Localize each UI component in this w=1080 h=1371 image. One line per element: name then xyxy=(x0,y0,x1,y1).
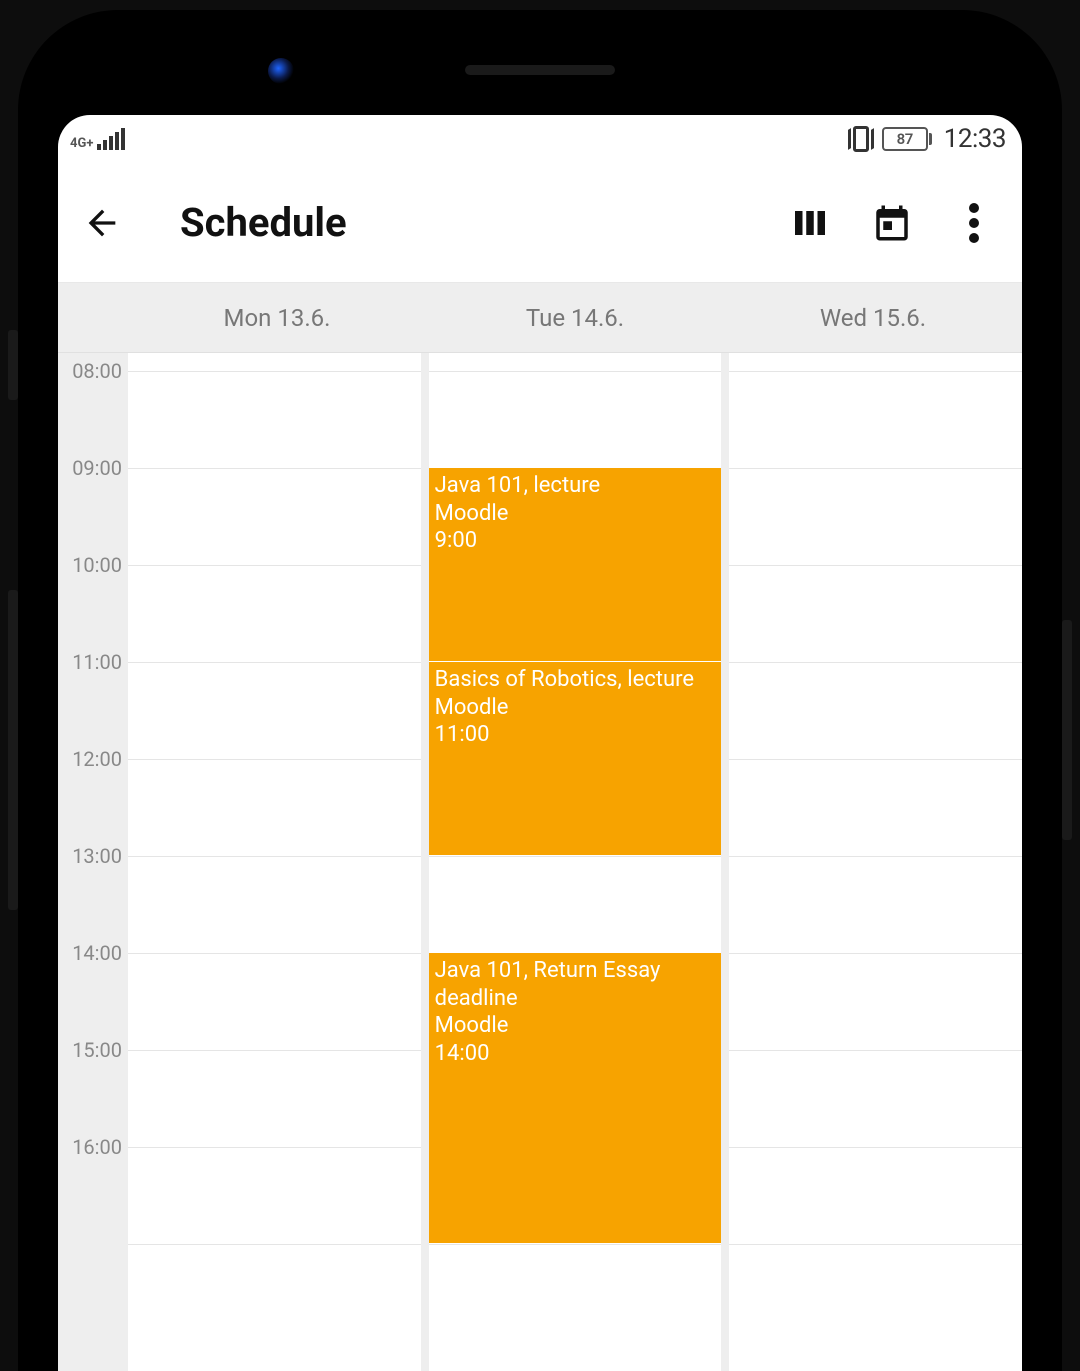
hour-gridline xyxy=(429,371,722,372)
hour-gridline xyxy=(429,1244,722,1245)
hour-gridline xyxy=(729,856,1022,857)
speaker-grille xyxy=(465,65,615,75)
hour-gridline xyxy=(729,565,1022,566)
hour-gridline xyxy=(128,565,421,566)
event-location: Moodle xyxy=(435,1012,716,1040)
day-columns: Java 101, lectureMoodle9:00Basics of Rob… xyxy=(128,353,1022,1371)
hour-gridline xyxy=(128,953,421,954)
battery-icon: 87 xyxy=(882,127,932,151)
time-gutter: 08:00 09:00 10:00 11:00 12:00 13:00 14:00 15:00… xyxy=(58,353,128,1371)
calendar-body[interactable]: 08:00 09:00 10:00 11:00 12:00 13:00 14:00 15:00… xyxy=(58,353,1022,1371)
view-columns-button[interactable] xyxy=(782,195,838,251)
day-header[interactable]: Mon 13.6. xyxy=(128,304,426,332)
hour-label: 15:00 xyxy=(72,1038,122,1062)
hour-gridline xyxy=(128,1050,421,1051)
hour-gridline xyxy=(128,468,421,469)
day-header[interactable]: Tue 14.6. xyxy=(426,304,724,332)
status-bar: 4G+ 87 12:33 xyxy=(58,115,1022,163)
day-column[interactable] xyxy=(729,353,1022,1371)
hour-gridline xyxy=(729,953,1022,954)
hour-label: 11:00 xyxy=(72,650,122,674)
hour-label: 08:00 xyxy=(72,359,122,383)
status-right: 87 12:33 xyxy=(848,124,1006,154)
calendar-event[interactable]: Java 101, lectureMoodle9:00 xyxy=(429,468,722,662)
day-header-columns: Mon 13.6. Tue 14.6. Wed 15.6. xyxy=(128,304,1022,332)
signal-icon xyxy=(97,128,125,150)
event-title: Java 101, Return Essay deadline xyxy=(435,957,716,1012)
device-background: 4G+ 87 12:33 xyxy=(0,0,1080,1371)
network-label: 4G+ xyxy=(70,137,93,150)
columns-icon xyxy=(790,205,830,241)
status-left: 4G+ xyxy=(70,128,125,150)
clock: 12:33 xyxy=(944,124,1006,154)
day-column[interactable]: Java 101, lectureMoodle9:00Basics of Rob… xyxy=(429,353,722,1371)
event-location: Moodle xyxy=(435,500,716,528)
calendar-today-icon xyxy=(871,202,913,244)
hour-gridline xyxy=(128,1147,421,1148)
hour-gridline xyxy=(729,371,1022,372)
hour-gridline xyxy=(729,1147,1022,1148)
day-column[interactable] xyxy=(128,353,421,1371)
hour-label: 09:00 xyxy=(72,456,122,480)
battery-percent: 87 xyxy=(882,127,928,151)
hour-gridline xyxy=(729,759,1022,760)
overflow-menu-button[interactable] xyxy=(946,195,1002,251)
day-header-row: Mon 13.6. Tue 14.6. Wed 15.6. xyxy=(58,283,1022,353)
hour-label: 14:00 xyxy=(72,941,122,965)
hour-gridline xyxy=(128,662,421,663)
power-button xyxy=(1062,620,1072,840)
screen: 4G+ 87 12:33 xyxy=(58,115,1022,1371)
event-title: Basics of Robotics, lecture xyxy=(435,666,716,694)
arrow-left-icon xyxy=(82,203,122,243)
event-time: 9:00 xyxy=(435,527,716,555)
hour-label: 10:00 xyxy=(72,553,122,577)
hour-gridline xyxy=(128,759,421,760)
back-button[interactable] xyxy=(74,195,130,251)
volume-button xyxy=(8,330,18,400)
hour-gridline xyxy=(729,1244,1022,1245)
day-header[interactable]: Wed 15.6. xyxy=(724,304,1022,332)
today-button[interactable] xyxy=(864,195,920,251)
vibrate-icon xyxy=(848,126,874,152)
page-title: Schedule xyxy=(180,199,764,246)
calendar-event[interactable]: Java 101, Return Essay deadlineMoodle14:… xyxy=(429,953,722,1244)
hour-gridline xyxy=(729,1050,1022,1051)
phone-frame: 4G+ 87 12:33 xyxy=(18,10,1062,1371)
hour-gridline xyxy=(128,371,421,372)
volume-button xyxy=(8,590,18,910)
hour-gridline xyxy=(128,1244,421,1245)
hour-gridline xyxy=(729,468,1022,469)
event-title: Java 101, lecture xyxy=(435,472,716,500)
more-vert-icon xyxy=(969,203,979,243)
event-time: 14:00 xyxy=(435,1040,716,1068)
hour-gridline xyxy=(128,856,421,857)
front-camera xyxy=(268,58,294,84)
app-bar: Schedule xyxy=(58,163,1022,283)
hour-label: 16:00 xyxy=(72,1135,122,1159)
calendar-event[interactable]: Basics of Robotics, lectureMoodle11:00 xyxy=(429,662,722,856)
event-location: Moodle xyxy=(435,694,716,722)
event-time: 11:00 xyxy=(435,721,716,749)
hour-label: 12:00 xyxy=(72,747,122,771)
app-bar-actions xyxy=(782,195,1002,251)
hour-gridline xyxy=(729,662,1022,663)
hour-label: 13:00 xyxy=(72,844,122,868)
hour-gridline xyxy=(429,856,722,857)
